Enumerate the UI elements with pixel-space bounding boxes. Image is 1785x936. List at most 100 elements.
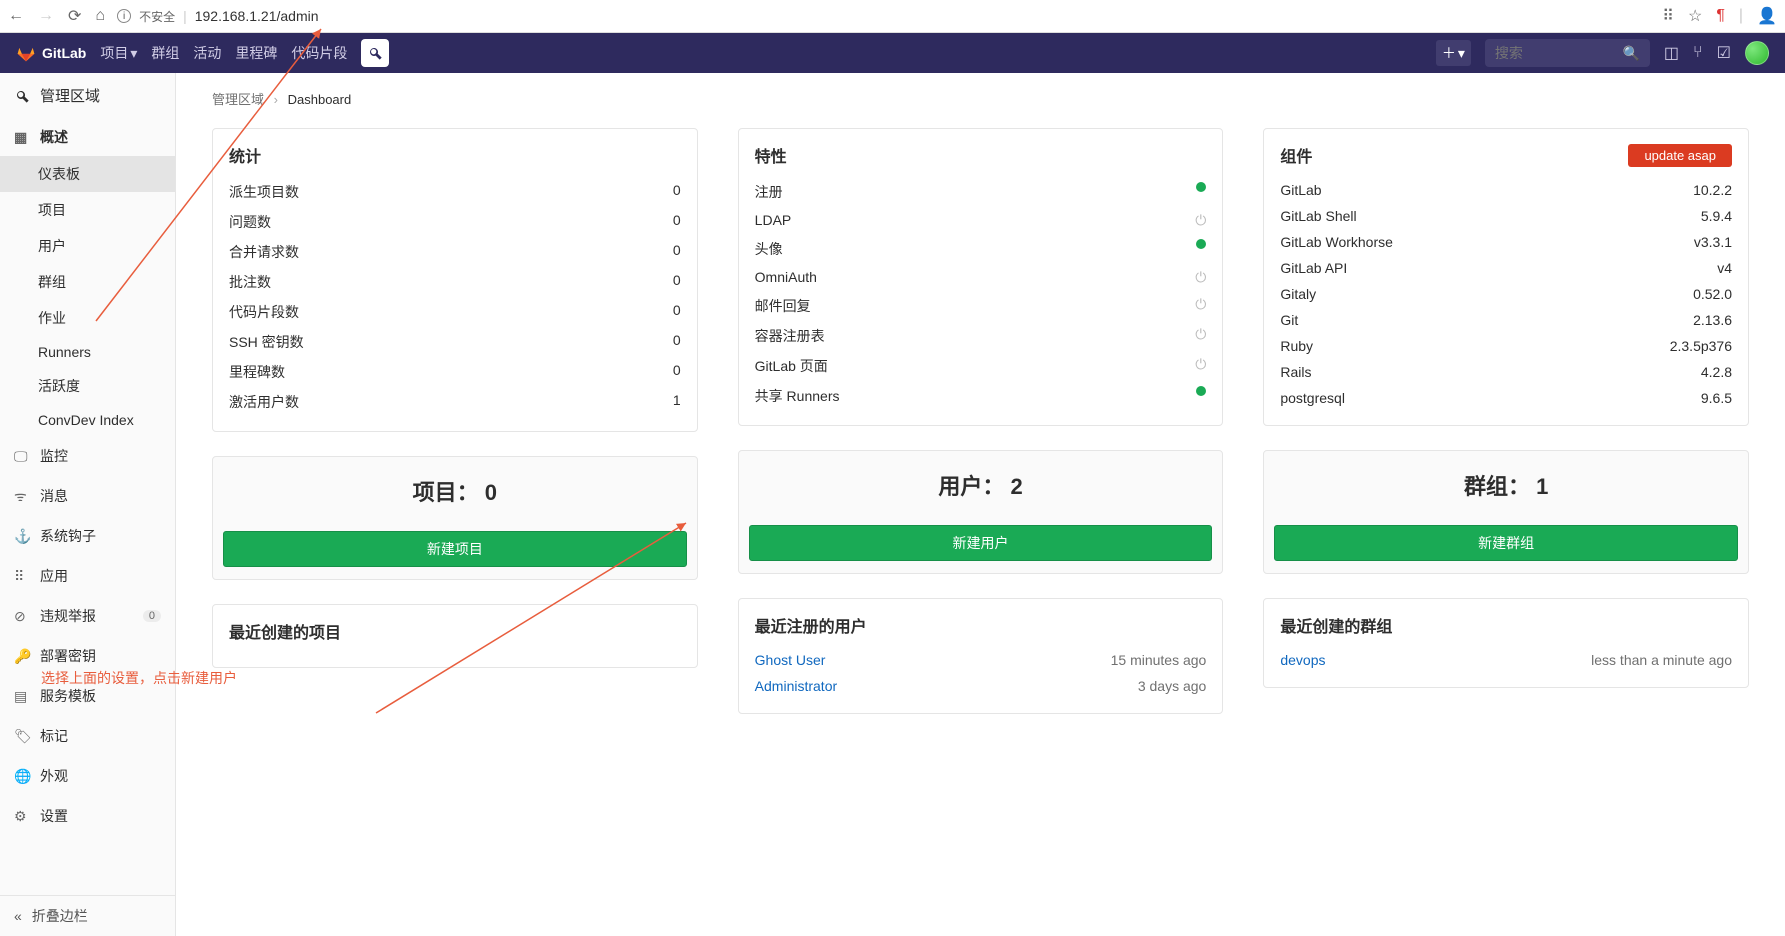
monitor-icon: 🖵	[14, 448, 30, 465]
forward-icon[interactable]: →	[38, 7, 54, 25]
sidebar-monitoring[interactable]: 🖵监控	[0, 436, 175, 476]
component-row: GitLab Workhorsev3.3.1	[1280, 229, 1732, 255]
recent-users-title: 最近注册的用户	[755, 613, 1207, 637]
update-asap-badge[interactable]: update asap	[1628, 144, 1732, 167]
annotation-text: 选择上面的设置，点击新建用户	[41, 668, 237, 688]
feature-row: 容器注册表⏻	[755, 321, 1207, 351]
plus-icon: ＋	[1442, 43, 1456, 63]
sidebar-item-activity[interactable]: 活跃度	[0, 368, 175, 404]
collapse-sidebar[interactable]: «折叠边栏	[0, 895, 175, 936]
sidebar-header: 管理区域	[0, 73, 175, 118]
sidebar-hooks[interactable]: ⚓系统钩子	[0, 516, 175, 556]
url-text[interactable]: 192.168.1.21/admin	[195, 8, 319, 24]
pilcrow-icon[interactable]: ¶	[1716, 7, 1725, 25]
nav-activity[interactable]: 活动	[193, 43, 221, 63]
recent-groups-card: 最近创建的群组 devopsless than a minute ago	[1263, 598, 1749, 688]
user-link[interactable]: Ghost User	[755, 652, 826, 668]
anchor-icon: ⚓	[14, 528, 30, 545]
group-link[interactable]: devops	[1280, 652, 1325, 668]
gitlab-logo[interactable]: GitLab	[16, 43, 86, 63]
search-input[interactable]	[1495, 45, 1615, 61]
template-icon: ▤	[14, 688, 30, 705]
profile-icon[interactable]: 👤	[1757, 6, 1777, 26]
nav-snippets[interactable]: 代码片段	[291, 43, 347, 63]
feature-row: 邮件回复⏻	[755, 291, 1207, 321]
key-icon: 🔑	[14, 648, 30, 665]
stats-row: 代码片段数0	[229, 297, 681, 327]
sidebar-item-users[interactable]: 用户	[0, 228, 175, 264]
sidebar-item-convdev[interactable]: ConvDev Index	[0, 404, 175, 436]
sidebar-item-dashboard[interactable]: 仪表板	[0, 156, 175, 192]
recent-projects-title: 最近创建的项目	[229, 619, 681, 643]
feature-row: OmniAuth⏻	[755, 264, 1207, 291]
sidebar-settings[interactable]: ⚙设置	[0, 796, 175, 836]
status-on-icon	[1196, 182, 1206, 192]
components-title: 组件	[1280, 143, 1312, 167]
feature-row: GitLab 页面⏻	[755, 351, 1207, 381]
sidebar-item-projects[interactable]: 项目	[0, 192, 175, 228]
new-group-button[interactable]: 新建群组	[1274, 525, 1738, 561]
info-icon[interactable]: i	[117, 9, 131, 23]
user-link[interactable]: Administrator	[755, 678, 837, 694]
stats-row: 批注数0	[229, 267, 681, 297]
stats-row: 合并请求数0	[229, 237, 681, 267]
sidebar-item-groups[interactable]: 群组	[0, 264, 175, 300]
status-off-icon: ⏻	[1195, 326, 1206, 346]
component-row: GitLab10.2.2	[1280, 177, 1732, 203]
chevron-down-icon: ▾	[1458, 45, 1465, 62]
users-summary: 用户： 2 新建用户	[738, 450, 1224, 574]
sidebar-applications[interactable]: ⠿应用	[0, 556, 175, 596]
collapse-icon: «	[14, 908, 22, 924]
status-off-icon: ⏻	[1195, 356, 1206, 376]
block-icon: ⊘	[14, 608, 30, 625]
back-icon[interactable]: ←	[8, 7, 24, 25]
merge-requests-icon[interactable]: ⑂	[1693, 44, 1703, 62]
wrench-icon	[14, 88, 30, 104]
features-card: 特性 注册LDAP⏻头像OmniAuth⏻邮件回复⏻容器注册表⏻GitLab 页…	[738, 128, 1224, 426]
reload-icon[interactable]: ⟳	[68, 6, 81, 26]
sidebar-messages[interactable]: ᯤ消息	[0, 476, 175, 516]
translate-icon[interactable]: ⠿	[1662, 6, 1674, 26]
new-dropdown[interactable]: ＋▾	[1436, 40, 1471, 66]
sidebar-appearance[interactable]: 🌐外观	[0, 756, 175, 796]
new-project-button[interactable]: 新建项目	[223, 531, 687, 567]
feature-row: 共享 Runners	[755, 381, 1207, 411]
star-icon[interactable]: ☆	[1688, 6, 1702, 26]
sidebar-item-jobs[interactable]: 作业	[0, 300, 175, 336]
user-avatar[interactable]	[1745, 41, 1769, 65]
search-icon: 🔍	[1622, 45, 1639, 62]
feature-row: 头像	[755, 234, 1207, 264]
admin-sidebar: 管理区域 ▦ 概述 仪表板 项目 用户 群组 作业 Runners 活跃度 Co…	[0, 73, 176, 936]
recent-projects-card: 最近创建的项目	[212, 604, 698, 668]
admin-wrench-button[interactable]	[361, 39, 389, 67]
top-nav: GitLab 项目 ▾ 群组 活动 里程碑 代码片段 ＋▾ 🔍 ◫ ⑂ ☑	[0, 33, 1785, 73]
sidebar-item-runners[interactable]: Runners	[0, 336, 175, 368]
sidebar-overview[interactable]: ▦ 概述	[0, 118, 175, 156]
feature-row: LDAP⏻	[755, 207, 1207, 234]
status-on-icon	[1196, 386, 1206, 396]
search-box[interactable]: 🔍	[1485, 39, 1650, 67]
abuse-badge: 0	[143, 610, 161, 622]
stats-row: 里程碑数0	[229, 357, 681, 387]
component-row: postgresql9.6.5	[1280, 385, 1732, 411]
todos-icon[interactable]: ☑	[1717, 43, 1731, 63]
nav-projects[interactable]: 项目 ▾	[100, 43, 137, 63]
sidebar-abuse[interactable]: ⊘违规举报0	[0, 596, 175, 636]
browser-bar: ← → ⟳ ⌂ i 不安全 | 192.168.1.21/admin ⠿ ☆ ¶…	[0, 0, 1785, 33]
recent-user-row: Ghost User15 minutes ago	[755, 647, 1207, 673]
feature-row: 注册	[755, 177, 1207, 207]
issues-icon[interactable]: ◫	[1664, 43, 1679, 63]
recent-group-row: devopsless than a minute ago	[1280, 647, 1732, 673]
status-off-icon: ⏻	[1195, 212, 1206, 229]
nav-milestones[interactable]: 里程碑	[235, 43, 277, 63]
new-user-button[interactable]: 新建用户	[749, 525, 1213, 561]
nav-groups[interactable]: 群组	[151, 43, 179, 63]
recent-user-row: Administrator3 days ago	[755, 673, 1207, 699]
broadcast-icon: ᯤ	[14, 487, 30, 506]
groups-summary: 群组： 1 新建群组	[1263, 450, 1749, 574]
chevron-down-icon: ▾	[130, 45, 137, 62]
stats-row: SSH 密钥数0	[229, 327, 681, 357]
breadcrumb-root[interactable]: 管理区域	[212, 92, 264, 107]
home-icon[interactable]: ⌂	[95, 7, 105, 25]
sidebar-labels[interactable]: 🏷标记	[0, 716, 175, 756]
